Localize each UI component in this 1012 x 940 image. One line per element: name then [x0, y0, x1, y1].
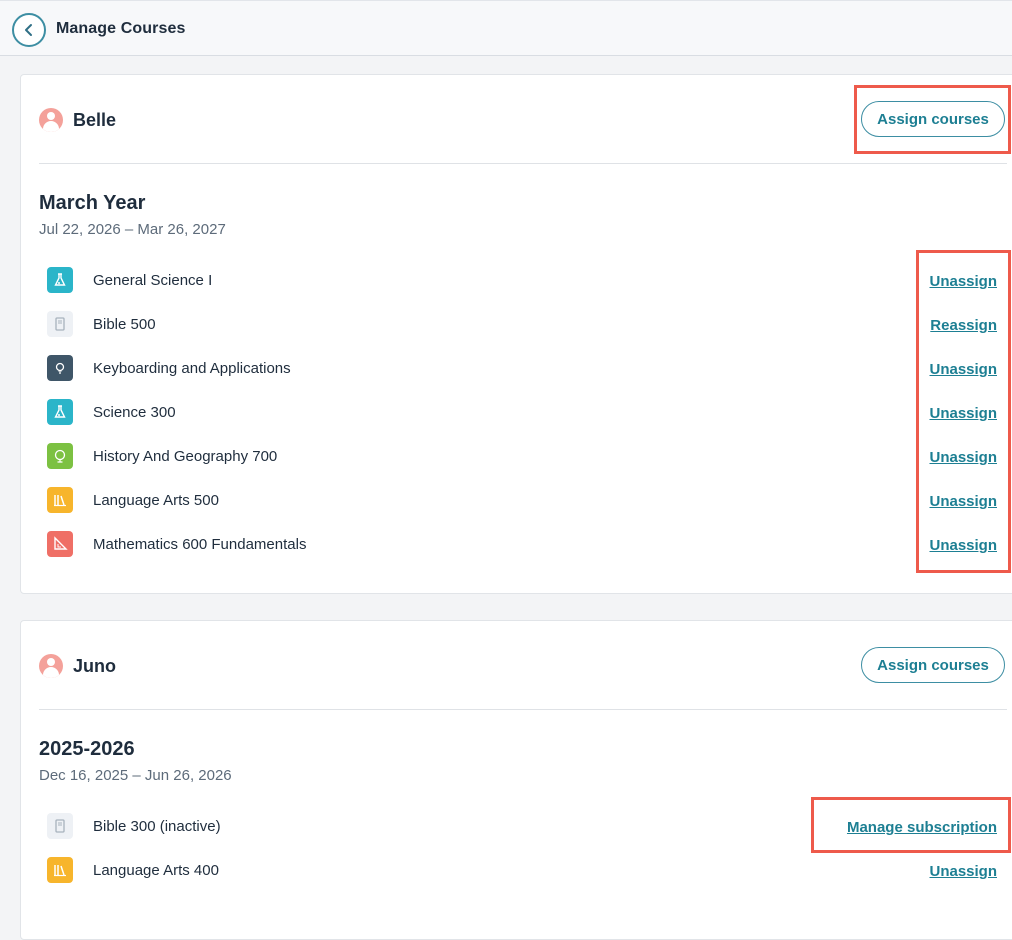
student-card: Juno Assign courses 2025-2026 Dec 16, 20… [20, 620, 1012, 940]
student-name: Juno [73, 655, 116, 676]
unassign-link[interactable]: Unassign [929, 361, 997, 378]
course-name: Language Arts 400 [93, 862, 219, 879]
chevron-left-icon [25, 24, 32, 36]
unassign-link[interactable]: Unassign [929, 405, 997, 422]
course-row: Language Arts 400 Unassign [47, 857, 997, 885]
divider [39, 163, 1007, 164]
unassign-link[interactable]: Unassign [929, 493, 997, 510]
course-row: Bible 500 Reassign [47, 311, 997, 339]
lightbulb-icon [47, 355, 73, 381]
avatar-icon [39, 654, 63, 678]
school-year-title: 2025-2026 [39, 738, 135, 760]
bible-book-icon [47, 311, 73, 337]
student-name: Belle [73, 109, 117, 130]
course-name: Language Arts 500 [93, 492, 219, 509]
school-year-title: March Year [39, 192, 146, 214]
course-name: Bible 500 [93, 316, 156, 333]
course-name: History And Geography 700 [93, 448, 278, 465]
avatar-icon [39, 108, 63, 132]
course-row: Keyboarding and Applications Unassign [47, 355, 997, 383]
books-icon [47, 487, 73, 513]
page-title: Manage Courses [56, 20, 186, 37]
assign-courses-button[interactable]: Assign courses [861, 647, 1005, 683]
bible-book-icon [47, 813, 73, 839]
course-row: History And Geography 700 Unassign [47, 443, 997, 471]
course-name: Science 300 [93, 404, 176, 421]
unassign-link[interactable]: Unassign [929, 273, 997, 290]
unassign-link[interactable]: Unassign [929, 863, 997, 880]
course-row: Language Arts 500 Unassign [47, 487, 997, 515]
top-bar: Manage Courses [0, 0, 1012, 56]
books-icon [47, 857, 73, 883]
course-row: Bible 300 (inactive) Manage subscription [47, 813, 997, 841]
course-name: Mathematics 600 Fundamentals [93, 536, 307, 553]
course-name: General Science I [93, 272, 213, 289]
globe-icon [47, 443, 73, 469]
reassign-link[interactable]: Reassign [930, 317, 997, 334]
student-header: Belle [39, 108, 116, 132]
course-row: Science 300 Unassign [47, 399, 997, 427]
science-flask-icon [47, 267, 73, 293]
science-flask-icon [47, 399, 73, 425]
assign-courses-button[interactable]: Assign courses [861, 101, 1005, 137]
course-name: Bible 300 (inactive) [93, 818, 221, 835]
school-year-dates: Dec 16, 2025 – Jun 26, 2026 [39, 767, 232, 784]
course-row: Mathematics 600 Fundamentals Unassign [47, 531, 997, 559]
school-year-dates: Jul 22, 2026 – Mar 26, 2027 [39, 221, 226, 238]
divider [39, 709, 1007, 710]
unassign-link[interactable]: Unassign [929, 449, 997, 466]
course-row: General Science I Unassign [47, 267, 997, 295]
student-card: Belle Assign courses March Year Jul 22, … [20, 74, 1012, 594]
ruler-triangle-icon [47, 531, 73, 557]
student-header: Juno [39, 654, 116, 678]
back-button[interactable] [12, 13, 46, 47]
unassign-link[interactable]: Unassign [929, 537, 997, 554]
manage-subscription-link[interactable]: Manage subscription [847, 819, 997, 836]
course-name: Keyboarding and Applications [93, 360, 291, 377]
